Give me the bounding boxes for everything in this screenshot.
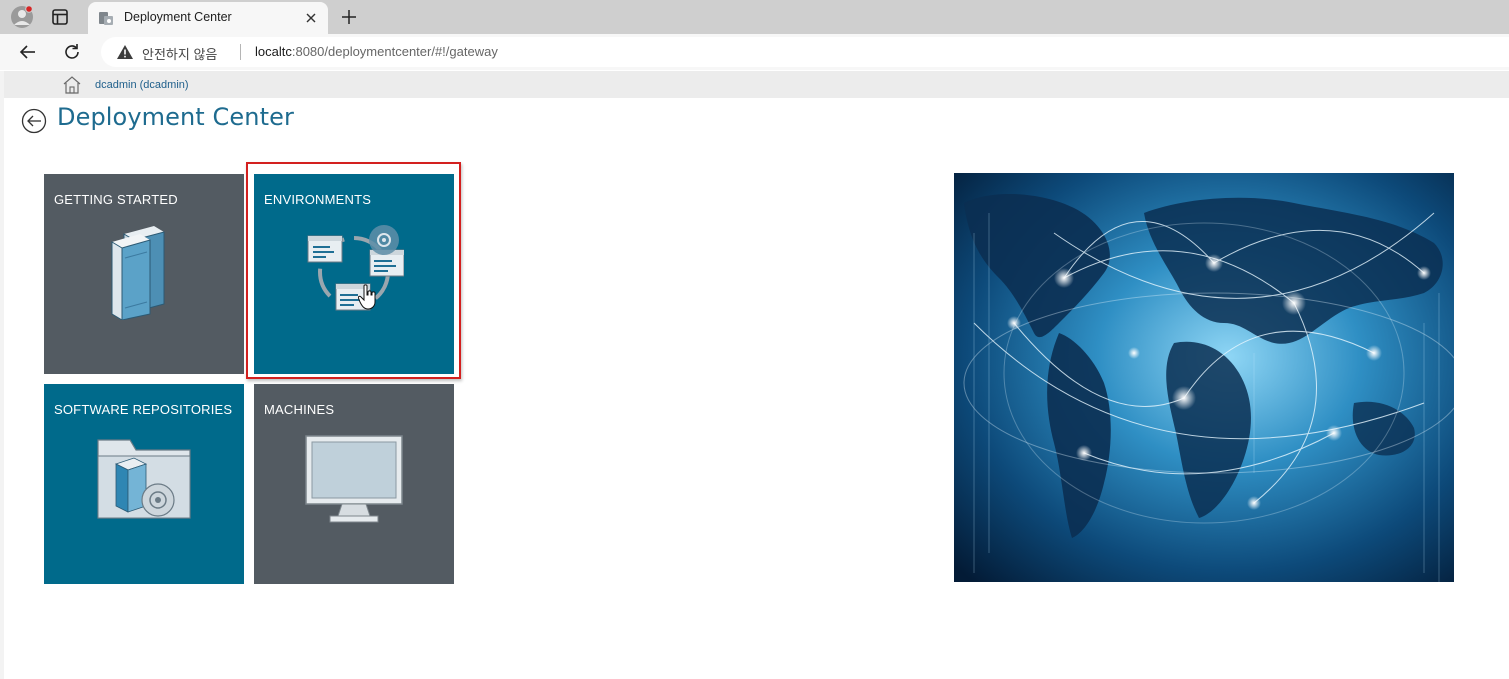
- browser-toolbar: 안전하지 않음 localtc:8080/deploymentcenter/#!…: [0, 34, 1509, 70]
- tab-title: Deployment Center: [124, 10, 232, 24]
- selection-highlight: [246, 162, 461, 379]
- address-bar[interactable]: 안전하지 않음 localtc:8080/deploymentcenter/#!…: [101, 37, 1509, 67]
- tile-machines[interactable]: MACHINES: [254, 384, 454, 584]
- tile-software-repositories[interactable]: SOFTWARE REPOSITORIES: [44, 384, 244, 584]
- home-icon[interactable]: [62, 75, 82, 95]
- omnibox-divider: [240, 44, 241, 60]
- page-title: Deployment Center: [57, 103, 294, 131]
- url-text[interactable]: localtc:8080/deploymentcenter/#!/gateway: [255, 44, 498, 59]
- tile-label: SOFTWARE REPOSITORIES: [54, 402, 233, 417]
- tile-getting-started[interactable]: GETTING STARTED: [44, 174, 244, 374]
- deployment-center-favicon-icon: [98, 10, 114, 26]
- tile-label: MACHINES: [264, 402, 335, 417]
- close-tab-icon[interactable]: [302, 9, 320, 27]
- browser-tab-strip: Deployment Center: [0, 0, 1509, 34]
- warning-icon[interactable]: [116, 44, 134, 60]
- tile-label: GETTING STARTED: [54, 192, 178, 207]
- url-host: localtc: [255, 44, 292, 59]
- current-user-link[interactable]: dcadmin (dcadmin): [95, 79, 189, 91]
- back-arrow-icon[interactable]: [17, 41, 39, 63]
- reload-icon[interactable]: [61, 41, 83, 63]
- back-circle-icon[interactable]: [21, 108, 47, 134]
- world-network-image: [954, 173, 1454, 582]
- url-path: :8080/deploymentcenter/#!/gateway: [291, 44, 498, 59]
- software-repository-icon: [94, 430, 194, 530]
- security-status-label[interactable]: 안전하지 않음: [142, 44, 217, 63]
- left-edge: [0, 71, 4, 679]
- profile-avatar-icon[interactable]: [10, 5, 34, 29]
- tab-actions-icon[interactable]: [49, 6, 71, 28]
- new-tab-icon[interactable]: [338, 6, 360, 28]
- monitor-icon: [304, 430, 404, 530]
- browser-tab-active[interactable]: Deployment Center: [88, 2, 328, 34]
- app-header-bar: dcadmin (dcadmin): [4, 71, 1509, 98]
- books-icon: [94, 220, 194, 321]
